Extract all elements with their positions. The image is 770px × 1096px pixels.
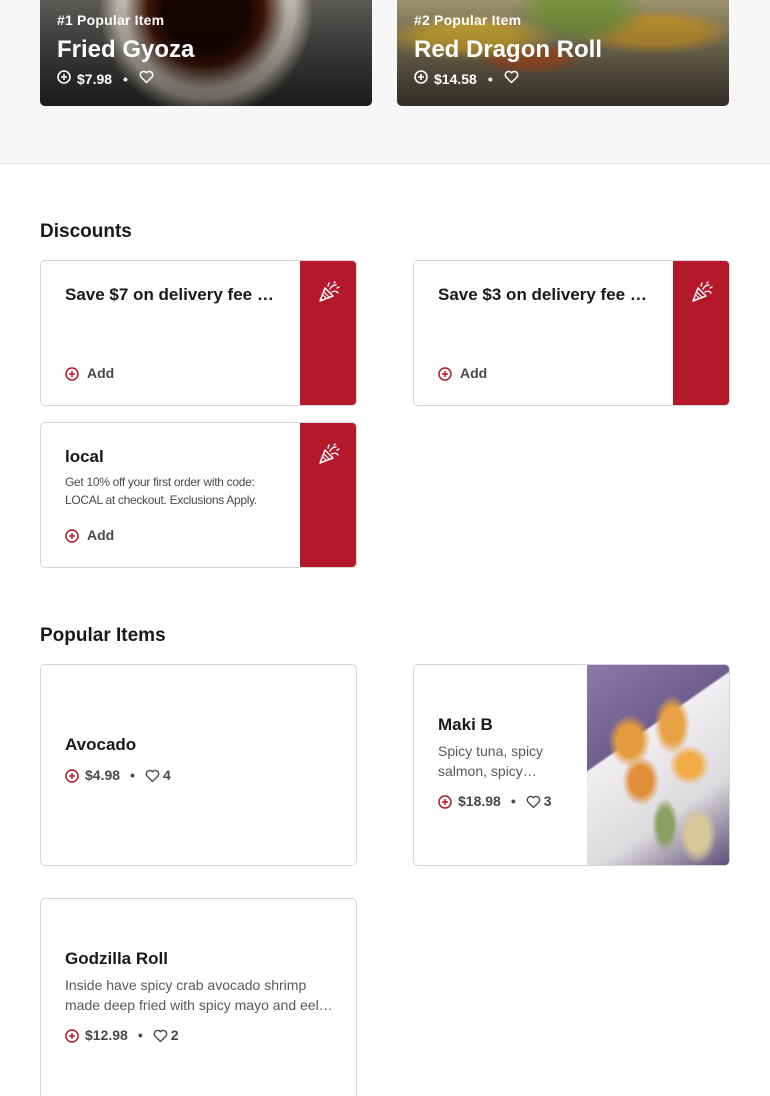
item-name: Maki B: [438, 715, 493, 734]
discount-card[interactable]: Save $7 on delivery fee on orders $45+ A…: [40, 260, 357, 406]
item-name: Avocado: [65, 735, 137, 754]
item-meta: $4.98 • 4: [65, 767, 171, 783]
featured-item-price: $14.58: [434, 70, 477, 87]
menu-item-card[interactable]: Godzilla Roll Inside have spicy crab avo…: [40, 898, 357, 1096]
item-likes-count: 4: [162, 767, 171, 784]
party-popper-icon: [318, 443, 340, 470]
featured-item-rank: #2 Popular Item: [414, 12, 522, 28]
add-label: Add: [87, 526, 115, 543]
discount-title: Save $3 on delivery fee on orders $25+: [438, 285, 650, 304]
featured-items-band: #1 Popular Item Fried Gyoza $7.98 • #2 P…: [0, 0, 770, 164]
separator-dot: •: [137, 1027, 143, 1044]
featured-item-card[interactable]: #2 Popular Item Red Dragon Roll $14.58 •: [397, 0, 729, 106]
menu-item-card[interactable]: Maki B Spicy tuna, spicy salmon, spicy y…: [413, 664, 730, 866]
separator-dot: •: [123, 70, 128, 87]
discount-card[interactable]: local Get 10% off your first order with …: [40, 422, 357, 568]
discount-title: local: [65, 447, 104, 466]
add-circle-icon[interactable]: [65, 767, 79, 784]
add-circle-icon: [65, 527, 79, 543]
add-label: Add: [87, 364, 115, 381]
discount-accent-panel: [673, 261, 729, 405]
add-discount-button[interactable]: Add: [438, 365, 487, 381]
featured-item-meta: $14.58 •: [414, 70, 519, 87]
discount-card[interactable]: Save $3 on delivery fee on orders $25+ A…: [413, 260, 730, 406]
featured-item-name: Red Dragon Roll: [414, 36, 603, 63]
item-likes-count: 3: [543, 793, 552, 810]
add-discount-button[interactable]: Add: [65, 365, 114, 381]
add-circle-icon[interactable]: [65, 1027, 79, 1044]
heart-icon[interactable]: [504, 70, 519, 87]
featured-item-meta: $7.98 •: [57, 70, 154, 87]
item-description: Inside have spicy crab avocado shrimp ma…: [65, 977, 319, 1013]
popular-items-heading: Popular Items: [40, 625, 166, 646]
add-discount-button[interactable]: Add: [65, 527, 114, 543]
item-meta: $18.98 • 3: [438, 793, 576, 809]
add-circle-icon[interactable]: [414, 70, 428, 87]
party-popper-icon: [691, 281, 713, 308]
add-circle-icon: [438, 365, 452, 381]
menu-item-card[interactable]: Avocado $4.98 • 4: [40, 664, 357, 866]
heart-icon[interactable]: [526, 793, 541, 809]
item-price: $18.98: [458, 793, 501, 810]
heart-icon[interactable]: [139, 70, 154, 87]
separator-dot: •: [510, 793, 516, 810]
item-photo: [587, 665, 729, 865]
add-label: Add: [460, 364, 488, 381]
separator-dot: •: [130, 767, 135, 784]
discounts-heading: Discounts: [40, 221, 132, 242]
discount-title: Save $7 on delivery fee on orders $45+: [65, 285, 277, 304]
item-price: $4.98: [85, 767, 121, 784]
add-circle-icon[interactable]: [438, 793, 452, 810]
discount-accent-panel: [300, 423, 356, 567]
discount-accent-panel: [300, 261, 356, 405]
add-circle-icon: [65, 365, 79, 381]
discount-description: Get 10% off your first order with code: …: [65, 475, 257, 507]
item-name: Godzilla Roll: [65, 949, 168, 968]
featured-item-name: Fried Gyoza: [57, 36, 195, 63]
item-meta: $12.98 • 2: [65, 1027, 333, 1043]
featured-item-rank: #1 Popular Item: [57, 12, 165, 28]
heart-icon[interactable]: [153, 1027, 168, 1043]
party-popper-icon: [318, 281, 340, 308]
featured-item-card[interactable]: #1 Popular Item Fried Gyoza $7.98 •: [40, 0, 372, 106]
separator-dot: •: [487, 70, 493, 87]
item-likes-count: 2: [170, 1027, 179, 1044]
heart-icon[interactable]: [145, 767, 160, 783]
featured-item-price: $7.98: [77, 70, 113, 87]
item-price: $12.98: [85, 1027, 128, 1044]
add-circle-icon[interactable]: [57, 70, 71, 87]
item-description: Spicy tuna, spicy salmon, spicy yellowta…: [438, 743, 544, 779]
